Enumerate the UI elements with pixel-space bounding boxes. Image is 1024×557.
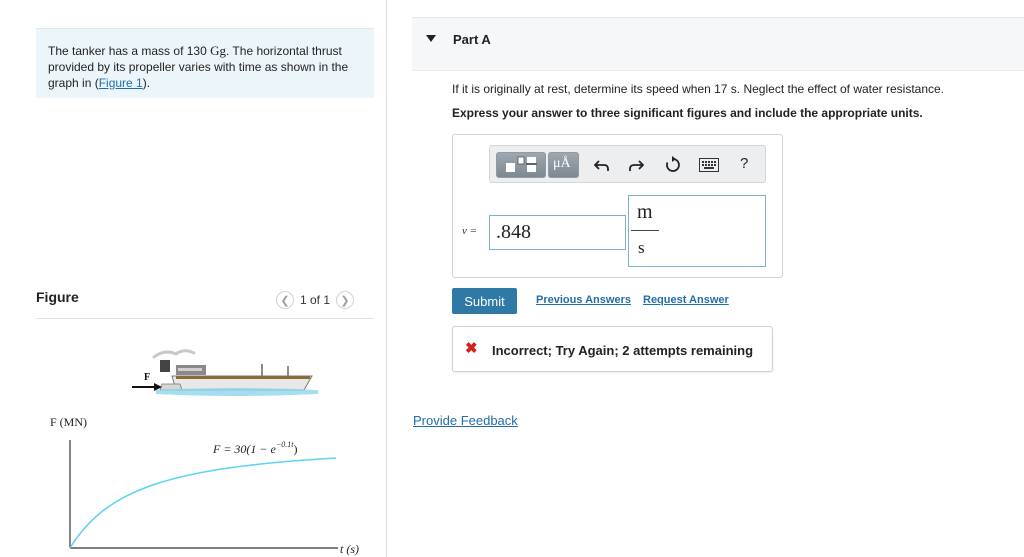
pager-text: 1 of 1 — [300, 293, 331, 307]
figure-graphic: F F (MN) t (s) F = 30(1 − e−0.1t) — [50, 349, 359, 556]
units-numerator: m — [637, 201, 653, 223]
force-curve — [69, 457, 337, 549]
problem-text-end: ). — [142, 76, 151, 90]
units-button-label: μÅ — [553, 156, 571, 171]
incorrect-x-icon: ✖ — [465, 340, 478, 357]
problem-text-start: The tanker has a mass of 130 — [48, 44, 211, 58]
part-a-header[interactable] — [412, 17, 1024, 71]
x-axis-label: t (s) — [340, 542, 359, 556]
previous-answers-link[interactable]: Previous Answers — [536, 294, 631, 306]
collapse-caret-icon[interactable] — [426, 35, 436, 42]
figure-divider — [36, 318, 374, 319]
math-toolbar: μÅ ? — [489, 145, 766, 183]
variable-label: v = — [462, 225, 478, 237]
undo-icon[interactable] — [594, 157, 610, 173]
figure-link[interactable]: Figure 1 — [99, 76, 143, 90]
help-icon[interactable]: ? — [740, 155, 748, 172]
figure-pager: ❮ 1 of 1 ❯ — [276, 290, 355, 310]
units-denominator: s — [638, 238, 645, 257]
next-figure-button[interactable]: ❯ — [336, 291, 355, 309]
column-divider — [386, 0, 387, 557]
tanker-ship-illustration — [152, 349, 318, 396]
mass-unit: Gg — [210, 43, 226, 58]
equation-exponent: −0.1t — [276, 440, 294, 449]
answer-value-input[interactable] — [489, 215, 626, 250]
question-text: If it is originally at rest, determine i… — [452, 82, 945, 96]
templates-icon[interactable] — [496, 152, 546, 178]
keyboard-icon[interactable] — [699, 158, 719, 172]
part-a-title[interactable]: Part A — [453, 32, 491, 47]
feedback-message: Incorrect; Try Again; 2 attempts remaini… — [492, 343, 754, 358]
equation-close: ) — [293, 442, 297, 456]
submit-button[interactable]: Submit — [452, 288, 517, 314]
force-label: F — [144, 372, 150, 383]
units-icon[interactable]: μÅ — [548, 152, 579, 178]
y-axis-label: F (MN) — [50, 415, 87, 429]
request-answer-link[interactable]: Request Answer — [643, 294, 729, 306]
previous-figure-button[interactable]: ❮ — [276, 291, 294, 309]
provide-feedback-link[interactable]: Provide Feedback — [413, 413, 518, 428]
figure-title: Figure — [36, 289, 79, 305]
reset-icon[interactable] — [664, 156, 682, 174]
redo-icon[interactable] — [628, 157, 644, 173]
instruction-text: Express your answer to three significant… — [452, 106, 923, 120]
curve-equation: F = 30(1 − e−0.1t) — [212, 440, 297, 456]
equation-main: F = 30(1 − e — [212, 442, 277, 456]
units-fraction-bar — [631, 230, 659, 231]
problem-statement: The tanker has a mass of 130 Gg. The hor… — [36, 28, 374, 98]
